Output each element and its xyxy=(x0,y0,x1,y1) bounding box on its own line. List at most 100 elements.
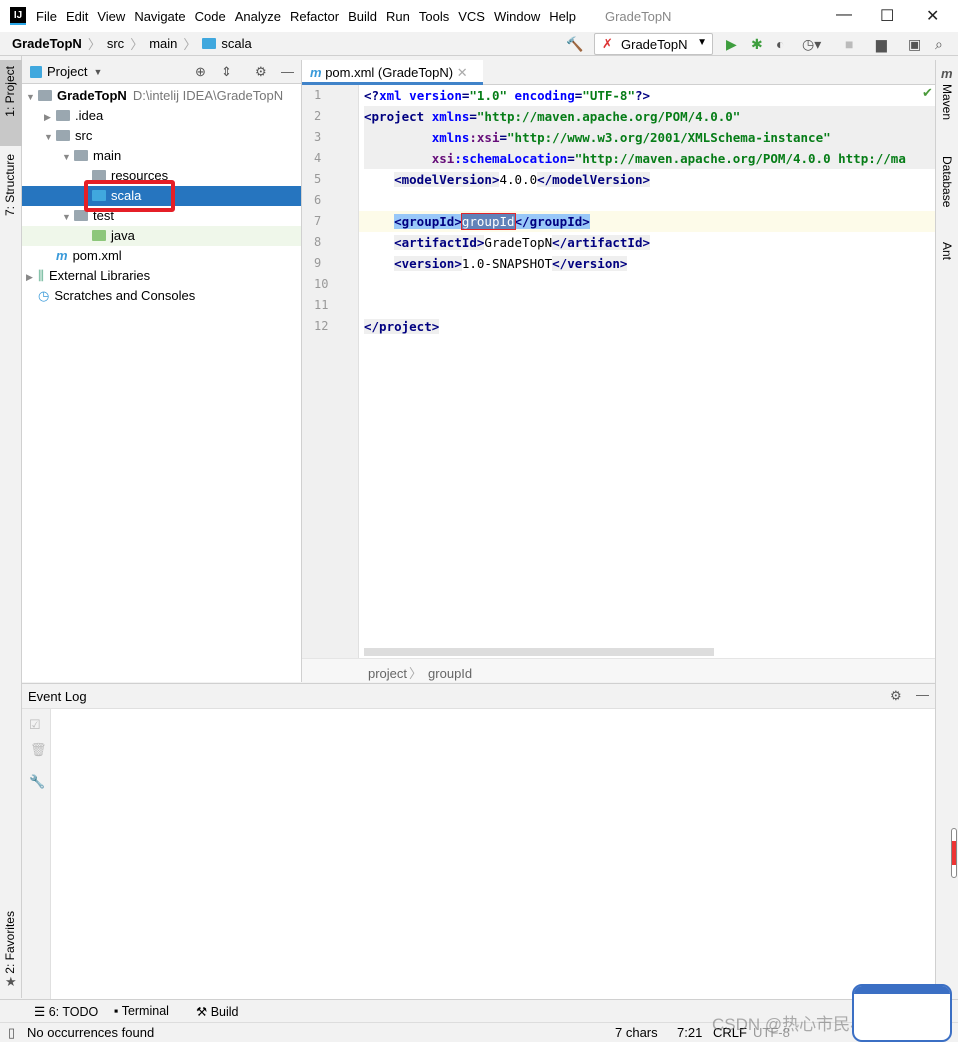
tab-pom-xml[interactable]: m pom.xml (GradeTopN) ✕ xyxy=(302,60,483,85)
chevron-down-icon[interactable]: ▼ xyxy=(62,147,74,167)
coverage-icon[interactable]: ◐ xyxy=(776,36,784,52)
crumb-project-tag[interactable]: project xyxy=(368,666,407,681)
menu-view[interactable]: View xyxy=(97,9,125,24)
chevron-down-icon[interactable]: ▼ xyxy=(26,87,38,107)
code-token: :xsi xyxy=(469,130,500,145)
project-title[interactable]: Project xyxy=(47,64,87,79)
code-line[interactable]: <modelVersion>4.0.0</modelVersion> xyxy=(364,169,650,190)
gear-icon[interactable]: ⚙ xyxy=(890,688,902,704)
code-line[interactable]: <project xmlns="http://maven.apache.org/… xyxy=(364,106,935,127)
libraries-icon: ⫼ xyxy=(38,268,44,283)
window-title: GradeTopN xyxy=(604,8,672,24)
collapse-all-icon[interactable]: ⇕ xyxy=(221,64,232,80)
tab-favorites[interactable]: 2: Favorites xyxy=(3,911,17,974)
hide-icon[interactable]: — xyxy=(281,64,294,79)
tree-item-label: GradeTopN xyxy=(57,88,127,103)
code-token: </artifactId> xyxy=(552,235,650,250)
mark-read-icon[interactable]: ☑ xyxy=(29,717,41,733)
project-icon xyxy=(30,65,42,78)
run-config-label: GradeTopN xyxy=(621,37,688,52)
menu-navigate[interactable]: Navigate xyxy=(134,9,185,24)
chevron-right-icon[interactable]: ▶ xyxy=(44,107,56,127)
tree-item[interactable]: ▶ ⫼ External Libraries xyxy=(22,266,301,286)
menu-edit[interactable]: Edit xyxy=(66,9,88,24)
line-number: 2 xyxy=(314,109,322,123)
stop-icon[interactable]: ■ xyxy=(845,36,853,52)
check-icon: ✔ xyxy=(922,85,933,100)
code-line[interactable]: <artifactId>GradeTopN</artifactId> xyxy=(364,232,650,253)
menu-refactor[interactable]: Refactor xyxy=(290,9,339,24)
menu-analyze[interactable]: Analyze xyxy=(235,9,281,24)
code-line[interactable]: <version>1.0-SNAPSHOT</version> xyxy=(364,253,628,274)
tab-build[interactable]: ⚒ Build xyxy=(196,1004,238,1019)
horizontal-scrollbar[interactable] xyxy=(364,648,714,656)
chevron-down-icon[interactable]: ▼ xyxy=(62,207,74,227)
crumb-src[interactable]: src xyxy=(107,36,124,51)
presentation-icon[interactable]: ▣ xyxy=(908,36,921,53)
wrench-icon[interactable]: 🔧 xyxy=(29,774,45,790)
maven-icon: m xyxy=(310,65,322,80)
menu-window[interactable]: Window xyxy=(494,9,540,24)
folder-icon xyxy=(56,130,70,141)
code-token: xml xyxy=(379,88,410,103)
crumb-main[interactable]: main xyxy=(149,36,177,51)
status-icon[interactable]: ▯ xyxy=(8,1025,15,1041)
menu-tools[interactable]: Tools xyxy=(419,9,449,24)
config-icon: ✗ xyxy=(602,36,613,51)
tab-database[interactable]: Database xyxy=(940,156,954,207)
menu-code[interactable]: Code xyxy=(195,9,226,24)
menu-help[interactable]: Help xyxy=(549,9,576,24)
profile-icon[interactable]: ◷▾ xyxy=(802,36,821,53)
gear-icon[interactable]: ⚙ xyxy=(255,64,267,80)
code-line[interactable]: </project> xyxy=(364,316,440,337)
menu-run[interactable]: Run xyxy=(386,9,410,24)
menu-build[interactable]: Build xyxy=(348,9,377,24)
code-line[interactable]: <groupId>groupId</groupId> xyxy=(364,211,590,232)
crumb-scala[interactable]: scala xyxy=(221,36,251,51)
code-line[interactable]: <?xml version="1.0" encoding="UTF-8"?> xyxy=(364,85,650,106)
tree-item-label: pom.xml xyxy=(72,248,122,263)
tree-item[interactable]: ▼ main xyxy=(22,146,301,166)
locate-icon[interactable]: ⊕ xyxy=(195,64,206,80)
menu-vcs[interactable]: VCS xyxy=(458,9,485,24)
tree-item[interactable]: ▼ GradeTopN D:\intelij IDEA\GradeTopN xyxy=(22,86,301,106)
tree-item[interactable]: ◷ Scratches and Consoles xyxy=(22,286,301,306)
minimize-button[interactable]: — xyxy=(836,6,852,24)
trash-icon[interactable]: 🗑 xyxy=(30,742,47,758)
tab-terminal[interactable]: ▪ Terminal xyxy=(114,1004,169,1018)
debug-icon[interactable]: ✱ xyxy=(751,36,763,53)
editor-breadcrumb: project 〉 groupId xyxy=(302,658,935,682)
project-structure-icon[interactable]: ▆ xyxy=(876,36,887,53)
run-icon[interactable]: ▶ xyxy=(726,36,737,53)
event-log-title: Event Log xyxy=(28,689,87,704)
crumb-project[interactable]: GradeTopN xyxy=(12,36,82,51)
tree-item[interactable]: ▶ .idea xyxy=(22,106,301,126)
status-position[interactable]: 7:21 xyxy=(677,1025,702,1040)
crumb-groupid-tag[interactable]: groupId xyxy=(428,666,472,681)
chevron-down-icon[interactable]: ▼ xyxy=(44,127,56,147)
line-number: 7 xyxy=(314,214,322,228)
build-hammer-icon[interactable]: 🔨 xyxy=(566,36,583,53)
close-tab-icon[interactable]: ✕ xyxy=(457,65,468,80)
chevron-down-icon[interactable]: ▼ xyxy=(93,67,102,77)
hide-icon[interactable]: — xyxy=(916,687,929,702)
code-token: = xyxy=(469,109,477,124)
chevron-right-icon[interactable]: ▶ xyxy=(26,267,38,287)
tab-maven[interactable]: Maven xyxy=(940,84,954,120)
tree-item[interactable]: m pom.xml xyxy=(22,246,301,266)
search-icon[interactable]: ⌕ xyxy=(935,36,943,53)
maximize-button[interactable]: ☐ xyxy=(880,6,894,26)
tree-item[interactable]: java xyxy=(22,226,301,246)
tree-item[interactable]: ▼ src xyxy=(22,126,301,146)
folder-icon xyxy=(92,230,106,241)
tab-structure[interactable]: 7: Structure xyxy=(3,154,17,216)
tab-project[interactable]: 1: Project xyxy=(3,66,17,117)
run-config-dropdown[interactable]: ✗ GradeTopN ▼ xyxy=(594,33,713,55)
menu-file[interactable]: File xyxy=(36,9,57,24)
close-button[interactable]: ✕ xyxy=(926,6,939,26)
code-line[interactable]: xsi:schemaLocation="http://maven.apache.… xyxy=(364,148,935,169)
code-line[interactable]: xmlns:xsi="http://www.w3.org/2001/XMLSch… xyxy=(364,127,935,148)
code-token: <groupId> xyxy=(394,214,462,229)
tab-todo[interactable]: ☰ 6: TODO xyxy=(34,1004,98,1019)
tab-ant[interactable]: Ant xyxy=(940,242,954,260)
